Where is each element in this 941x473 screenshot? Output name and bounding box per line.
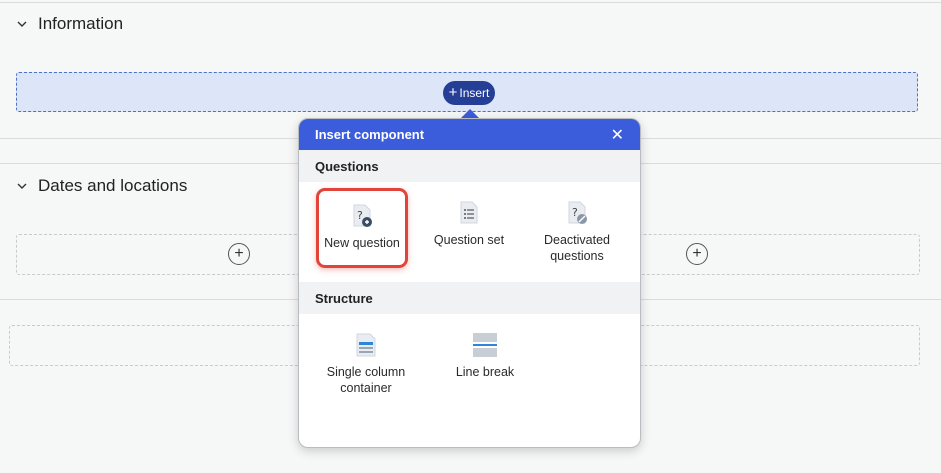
group-title-questions: Questions <box>299 150 640 182</box>
section-header-information[interactable]: Information <box>16 14 123 34</box>
line-break-icon <box>472 332 498 358</box>
tile-new-question[interactable]: ? New question <box>316 188 408 268</box>
popup-title: Insert component <box>315 127 425 142</box>
group-title-structure: Structure <box>299 282 640 314</box>
tile-deactivated-questions[interactable]: ? Deactivated questions <box>531 200 623 264</box>
tile-label: Single column container <box>326 365 406 395</box>
section-header-dates-and-locations[interactable]: Dates and locations <box>16 176 187 196</box>
close-icon[interactable]: ✕ <box>611 125 624 145</box>
single-column-container-icon <box>353 332 379 358</box>
add-component-button[interactable]: + <box>686 243 708 265</box>
tile-single-column-container[interactable]: Single column container <box>320 332 412 396</box>
svg-text:?: ? <box>572 206 578 219</box>
tile-label: Deactivated questions <box>543 233 610 263</box>
popup-header: Insert component ✕ <box>299 119 640 150</box>
tile-label: New question <box>324 236 400 250</box>
deactivated-questions-icon: ? <box>564 200 590 226</box>
section-title: Dates and locations <box>38 176 188 195</box>
new-question-icon: ? <box>349 203 375 229</box>
add-component-button[interactable]: + <box>228 243 250 265</box>
section-title: Information <box>38 14 124 33</box>
plus-icon: + <box>448 84 458 101</box>
svg-text:?: ? <box>357 209 363 222</box>
tile-label: Line break <box>455 365 515 379</box>
insert-button[interactable]: + Insert <box>443 81 495 105</box>
structure-grid: Single column container Line break <box>299 314 640 414</box>
chevron-down-icon[interactable] <box>16 18 28 30</box>
divider <box>0 2 941 3</box>
questions-grid: ? New question Question set ? Deactivate… <box>299 182 640 282</box>
question-set-icon <box>456 200 482 226</box>
tile-label: Question set <box>433 233 505 247</box>
chevron-down-icon[interactable] <box>16 180 28 192</box>
tile-line-break[interactable]: Line break <box>439 332 531 380</box>
tile-question-set[interactable]: Question set <box>423 200 515 248</box>
insert-button-label: Insert <box>459 86 490 100</box>
insert-component-popup: Insert component ✕ Questions ? New quest… <box>298 118 641 448</box>
